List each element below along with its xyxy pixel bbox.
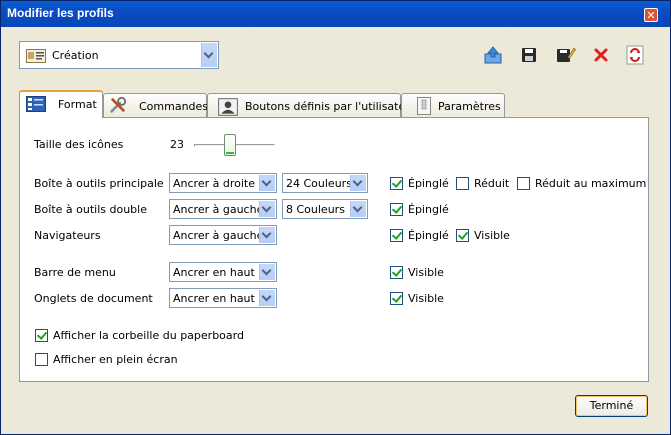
fullscreen-checkbox[interactable] bbox=[35, 353, 48, 366]
main-toolbox-reduced-label: Réduit bbox=[474, 177, 510, 190]
main-toolbox-pinned-label: Épinglé bbox=[408, 177, 449, 190]
main-toolbox-position-select[interactable]: Ancrer à droite bbox=[169, 173, 277, 193]
save-as-button[interactable] bbox=[556, 45, 576, 65]
tab-format[interactable]: Format bbox=[19, 90, 103, 118]
navigators-visible-label: Visible bbox=[474, 229, 510, 242]
tools-icon bbox=[110, 96, 127, 113]
navigators-visible-checkbox[interactable] bbox=[456, 229, 469, 242]
icon-size-value: 23 bbox=[170, 138, 184, 151]
profile-select-value: Création bbox=[52, 49, 99, 62]
window-title: Modifier les profils bbox=[7, 6, 114, 20]
close-icon: ✕ bbox=[646, 9, 656, 22]
document-tabs-visible-checkbox[interactable] bbox=[390, 292, 403, 305]
tab-commands-label: Commandes bbox=[139, 100, 209, 113]
row-label-double-toolbox: Boîte à outils double bbox=[34, 203, 147, 216]
row-label-main-toolbox: Boîte à outils principale bbox=[34, 177, 164, 190]
menu-bar-visible-checkbox[interactable] bbox=[390, 266, 403, 279]
tab-commands[interactable]: Commandes bbox=[103, 93, 209, 118]
main-toolbox-max-reduced-checkbox[interactable] bbox=[517, 177, 530, 190]
tab-settings-label: Paramètres bbox=[438, 100, 501, 113]
show-paperboard-trash-label: Afficher la corbeille du paperboard bbox=[53, 329, 244, 342]
delete-button[interactable] bbox=[591, 45, 611, 65]
menu-bar-visible-label: Visible bbox=[408, 266, 444, 279]
icon-size-label: Taille des icônes bbox=[34, 138, 124, 151]
profile-icon bbox=[26, 49, 46, 63]
title-bar: Modifier les profils ✕ bbox=[1, 1, 670, 27]
navigators-pinned-checkbox[interactable] bbox=[390, 229, 403, 242]
row-label-document-tabs: Onglets de document bbox=[34, 292, 153, 305]
modify-profiles-dialog: Modifier les profils ✕ Création Format C… bbox=[0, 0, 671, 435]
tab-settings[interactable]: Paramètres bbox=[401, 93, 505, 118]
settings-icon bbox=[417, 97, 431, 115]
chevron-down-icon[interactable] bbox=[350, 175, 366, 191]
format-icon bbox=[26, 96, 46, 112]
format-panel bbox=[19, 117, 649, 382]
chevron-down-icon[interactable] bbox=[259, 290, 275, 306]
reset-button[interactable] bbox=[625, 45, 645, 65]
main-toolbox-colors-select[interactable]: 24 Couleurs bbox=[282, 173, 368, 193]
tab-user-buttons-label: Boutons définis par l'utilisateur bbox=[245, 100, 417, 113]
export-icon bbox=[484, 46, 502, 64]
navigators-pinned-label: Épinglé bbox=[408, 229, 449, 242]
main-toolbox-pinned-checkbox[interactable] bbox=[390, 177, 403, 190]
document-tabs-position-value: Ancrer en haut bbox=[173, 292, 255, 305]
chevron-down-icon[interactable] bbox=[259, 264, 275, 280]
save-edit-icon bbox=[557, 47, 576, 62]
delete-icon bbox=[594, 48, 608, 62]
save-button[interactable] bbox=[519, 45, 539, 65]
navigators-position-value: Ancrer à gauche bbox=[173, 229, 264, 242]
icon-size-slider-thumb[interactable] bbox=[224, 134, 236, 156]
chevron-down-icon[interactable] bbox=[259, 175, 275, 191]
double-toolbox-colors-select[interactable]: 8 Couleurs bbox=[282, 199, 368, 219]
double-toolbox-position-value: Ancrer à gauche bbox=[173, 203, 264, 216]
row-label-menu-bar: Barre de menu bbox=[34, 266, 116, 279]
profile-select[interactable]: Création bbox=[19, 41, 219, 69]
close-button[interactable]: ✕ bbox=[644, 8, 658, 22]
double-toolbox-position-select[interactable]: Ancrer à gauche bbox=[169, 199, 277, 219]
export-button[interactable] bbox=[483, 45, 503, 65]
user-card-icon bbox=[218, 98, 238, 116]
show-paperboard-trash-checkbox[interactable] bbox=[35, 329, 48, 342]
document-tabs-visible-label: Visible bbox=[408, 292, 444, 305]
chevron-down-icon[interactable] bbox=[350, 201, 366, 217]
row-label-navigators: Navigateurs bbox=[34, 229, 101, 242]
done-button[interactable]: Terminé bbox=[575, 395, 648, 417]
tab-user-buttons[interactable]: Boutons définis par l'utilisateur bbox=[207, 93, 417, 118]
main-toolbox-max-reduced-label: Réduit au maximum bbox=[535, 177, 647, 190]
chevron-down-icon[interactable] bbox=[259, 201, 275, 217]
double-toolbox-pinned-checkbox[interactable] bbox=[390, 203, 403, 216]
double-toolbox-colors-value: 8 Couleurs bbox=[286, 203, 345, 216]
reset-icon bbox=[626, 45, 644, 65]
navigators-position-select[interactable]: Ancrer à gauche bbox=[169, 225, 277, 245]
chevron-down-icon[interactable] bbox=[259, 227, 275, 243]
double-toolbox-pinned-label: Épinglé bbox=[408, 203, 449, 216]
menu-bar-position-value: Ancrer en haut bbox=[173, 266, 255, 279]
document-tabs-position-select[interactable]: Ancrer en haut bbox=[169, 288, 277, 308]
fullscreen-label: Afficher en plein écran bbox=[53, 353, 178, 366]
main-toolbox-reduced-checkbox[interactable] bbox=[456, 177, 469, 190]
menu-bar-position-select[interactable]: Ancrer en haut bbox=[169, 262, 277, 282]
chevron-down-icon[interactable] bbox=[201, 43, 217, 67]
main-toolbox-position-value: Ancrer à droite bbox=[173, 177, 255, 190]
tab-format-label: Format bbox=[58, 98, 97, 111]
main-toolbox-colors-value: 24 Couleurs bbox=[286, 177, 352, 190]
save-icon bbox=[522, 48, 536, 62]
